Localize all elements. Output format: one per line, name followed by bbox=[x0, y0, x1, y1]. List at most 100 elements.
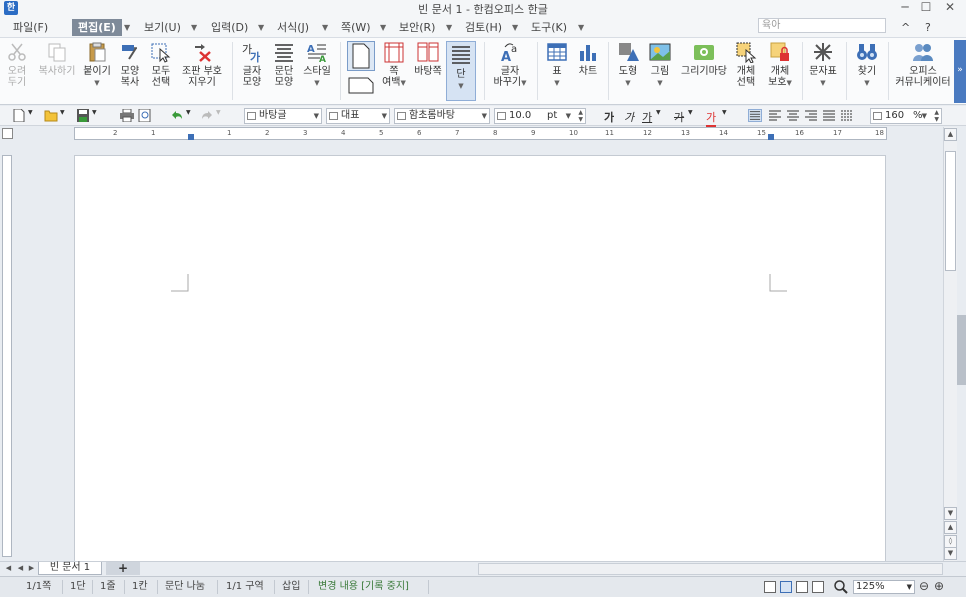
tab-prev-button[interactable]: ◀ bbox=[15, 563, 26, 574]
language-combo[interactable]: 대표 ▼ bbox=[326, 108, 390, 124]
zoom-out-button[interactable]: ⊖ bbox=[919, 579, 929, 593]
align-right-icon[interactable] bbox=[804, 109, 818, 122]
dropdown-arrow-icon[interactable]: ▼ bbox=[657, 79, 662, 87]
ribbon-more-button[interactable]: » bbox=[954, 40, 966, 103]
menu-file[interactable]: 파일(F) bbox=[10, 19, 51, 36]
magnifier-icon[interactable] bbox=[834, 580, 848, 594]
zoom-combo[interactable]: 125% ▼ bbox=[853, 580, 915, 594]
cut-button[interactable]: 오려 두기 bbox=[4, 41, 30, 88]
tab-next-button[interactable]: ▶ bbox=[26, 563, 37, 574]
spin-button[interactable]: ▲ ▼ bbox=[934, 109, 939, 123]
dropdown-arrow-icon[interactable]: ▼ bbox=[820, 79, 825, 87]
page-portrait-button[interactable] bbox=[346, 41, 376, 101]
document-area[interactable] bbox=[14, 141, 943, 561]
spin-button[interactable]: ▲ ▼ bbox=[578, 109, 583, 123]
replace-char-button[interactable]: Aa 글자 바꾸기▼ bbox=[490, 41, 530, 89]
font-combo[interactable]: 함초롬바탕 ▼ bbox=[394, 108, 490, 124]
tab-first-button[interactable]: ◀ bbox=[3, 563, 14, 574]
dropdown-arrow-icon[interactable]: ▼ bbox=[656, 109, 670, 122]
status-page[interactable]: 1/1쪽 bbox=[26, 580, 51, 594]
font-size-combo[interactable]: 10.0 pt ▼ ▲ ▼ bbox=[494, 108, 586, 124]
dropdown-arrow-icon[interactable]: ▼ bbox=[216, 109, 230, 122]
menu-edit[interactable]: 편집(E) bbox=[72, 19, 122, 36]
open-folder-icon[interactable] bbox=[44, 109, 58, 122]
chevron-down-icon[interactable]: ▼ bbox=[191, 19, 197, 36]
dropdown-arrow-icon[interactable]: ▼ bbox=[458, 82, 463, 90]
chevron-down-icon[interactable]: ▼ bbox=[446, 19, 452, 36]
document-page[interactable] bbox=[74, 155, 886, 561]
prev-page-button[interactable]: ▲ bbox=[944, 521, 957, 534]
left-indent-marker[interactable] bbox=[188, 134, 194, 140]
vertical-ruler[interactable] bbox=[2, 155, 12, 557]
dropdown-arrow-icon[interactable]: ▼ bbox=[401, 79, 406, 87]
dropdown-arrow-icon[interactable]: ▼ bbox=[314, 79, 319, 87]
save-icon[interactable] bbox=[76, 109, 90, 122]
zoom-in-button[interactable]: ⊕ bbox=[934, 579, 944, 593]
para-shape-button[interactable]: 문단 모양 bbox=[270, 41, 298, 88]
view-outline-icon[interactable] bbox=[812, 581, 824, 593]
symbols-button[interactable]: 문자표 ▼ bbox=[806, 41, 840, 89]
undo-icon[interactable] bbox=[170, 109, 184, 122]
font-color-button[interactable]: 가 bbox=[706, 109, 717, 127]
menu-review[interactable]: 검토(H) bbox=[462, 19, 505, 36]
dropdown-arrow-icon[interactable]: ▼ bbox=[554, 79, 559, 87]
dropdown-arrow-icon[interactable]: ▼ bbox=[625, 79, 630, 87]
chevron-down-icon[interactable]: ▼ bbox=[322, 19, 328, 36]
align-center-icon[interactable] bbox=[786, 109, 800, 122]
dropdown-arrow-icon[interactable]: ▼ bbox=[688, 109, 702, 122]
ruler-corner-button[interactable] bbox=[2, 128, 13, 139]
view-page-icon[interactable] bbox=[780, 581, 792, 593]
object-select-button[interactable]: 개체 선택 bbox=[732, 41, 760, 88]
paragraph-style-combo[interactable]: 바탕글 ▼ bbox=[244, 108, 322, 124]
horizontal-ruler[interactable]: 2 1 1 2 3 4 5 6 7 8 9 10 11 12 13 14 15 … bbox=[74, 127, 887, 140]
chevron-down-icon[interactable]: ▼ bbox=[258, 19, 264, 36]
help-button[interactable]: ? bbox=[922, 19, 934, 36]
dropdown-arrow-icon[interactable]: ▼ bbox=[864, 79, 869, 87]
menu-view[interactable]: 보기(U) bbox=[141, 19, 184, 36]
align-justify-icon[interactable] bbox=[748, 109, 762, 122]
menu-tools[interactable]: 도구(K) bbox=[528, 19, 570, 36]
dropdown-arrow-icon[interactable]: ▼ bbox=[382, 109, 387, 123]
picture-button[interactable]: 그림 ▼ bbox=[646, 41, 674, 89]
italic-button[interactable]: 가 bbox=[624, 109, 634, 125]
side-panel-toggle[interactable] bbox=[957, 315, 966, 385]
dropdown-arrow-icon[interactable]: ▼ bbox=[787, 79, 792, 87]
chevron-down-icon[interactable]: ▼ bbox=[578, 19, 584, 36]
dropdown-arrow-icon[interactable]: ▼ bbox=[482, 109, 487, 123]
paste-button[interactable]: 붙이기 ▼ bbox=[82, 41, 112, 89]
table-button[interactable]: 표 ▼ bbox=[543, 41, 571, 89]
chevron-down-icon[interactable]: ▼ bbox=[380, 19, 386, 36]
underline-button[interactable]: 가 bbox=[642, 109, 652, 125]
columns-button[interactable]: 단 ▼ bbox=[446, 41, 476, 101]
dropdown-arrow-icon[interactable]: ▼ bbox=[722, 109, 736, 122]
format-copy-button[interactable]: 모양 복사 bbox=[116, 41, 144, 88]
select-all-button[interactable]: 모두 선택 bbox=[146, 41, 176, 88]
status-track-changes[interactable]: 변경 내용 [기록 중지] bbox=[318, 580, 409, 594]
status-insert-mode[interactable]: 삽입 bbox=[282, 580, 300, 594]
ribbon-collapse-button[interactable]: ^ bbox=[898, 19, 913, 36]
dropdown-arrow-icon[interactable]: ▼ bbox=[521, 79, 526, 87]
chevron-down-icon[interactable]: ▼ bbox=[512, 19, 518, 36]
dropdown-arrow-icon[interactable]: ▼ bbox=[60, 109, 74, 122]
clear-marks-button[interactable]: 조판 부호 지우기 bbox=[178, 41, 226, 88]
copy-button[interactable]: 복사하기 bbox=[36, 41, 78, 77]
align-split-icon[interactable] bbox=[840, 109, 854, 122]
align-left-icon[interactable] bbox=[768, 109, 782, 122]
menu-format[interactable]: 서식(J) bbox=[274, 19, 312, 36]
print-icon[interactable] bbox=[120, 109, 134, 122]
dropdown-arrow-icon[interactable]: ▼ bbox=[28, 109, 42, 122]
strikethrough-button[interactable]: 가 bbox=[674, 109, 684, 125]
redo-icon[interactable] bbox=[200, 109, 214, 122]
find-button[interactable]: 찾기 ▼ bbox=[852, 41, 882, 89]
scroll-thumb[interactable] bbox=[945, 151, 956, 271]
dropdown-arrow-icon[interactable]: ▼ bbox=[92, 109, 106, 122]
right-indent-marker[interactable] bbox=[768, 134, 774, 140]
vertical-scrollbar[interactable]: ▲ ▼ ▲ ◊ ▼ bbox=[943, 127, 957, 561]
menu-page[interactable]: 쪽(W) bbox=[338, 19, 374, 36]
style-button[interactable]: AA 스타일 ▼ bbox=[302, 41, 332, 89]
drawing-mart-button[interactable]: 그리기마당 bbox=[678, 41, 730, 77]
close-button[interactable]: ✕ bbox=[938, 0, 962, 16]
help-search-input[interactable]: 육아 bbox=[758, 18, 886, 33]
dropdown-arrow-icon[interactable]: ▼ bbox=[314, 109, 319, 123]
dropdown-arrow-icon[interactable]: ▼ bbox=[922, 109, 927, 123]
